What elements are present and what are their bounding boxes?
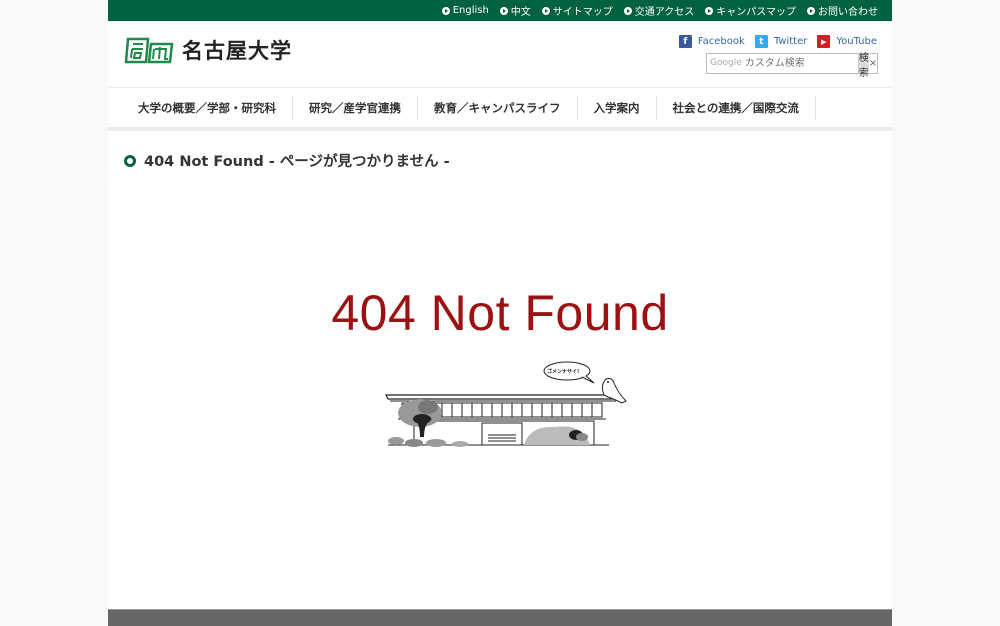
page: English 中文 サイトマップ 交通アクセス キャンパスマップ お問い合わせ… [108,0,892,626]
utility-link-sitemap[interactable]: サイトマップ [541,3,613,18]
error-title: 404 Not Found [331,285,669,341]
arrow-circle-icon [623,6,632,15]
youtube-link[interactable]: ▶ YouTube [817,35,877,48]
utility-link-campus-map[interactable]: キャンパスマップ [705,3,796,18]
arrow-circle-icon [807,6,815,15]
facebook-link[interactable]: f Facebook [678,35,745,48]
circle-bullet-icon [124,154,136,167]
utility-bar: English 中文 サイトマップ 交通アクセス キャンパスマップ お問い合わせ [108,0,892,21]
page-heading: 404 Not Found - ページが見つかりません - [124,150,450,171]
logo-text: 名古屋大学 [182,38,292,63]
utility-link-access[interactable]: 交通アクセス [623,3,694,18]
nav-item-education[interactable]: 教育／キャンパスライフ [418,95,578,120]
page-title: 404 Not Found - ページが見つかりません - [144,154,450,170]
university-building-icon [385,361,627,447]
nav-item-admissions[interactable]: 入学案内 [578,95,657,120]
arrow-circle-icon [705,6,714,15]
search-box: Google 検索 × [706,53,878,79]
arrow-circle-icon [541,6,550,15]
utility-link-chinese[interactable]: 中文 [499,3,531,18]
utility-link-english[interactable]: English [441,5,489,16]
nav-item-community[interactable]: 社会との連携／国際交流 [657,95,816,120]
search-button[interactable]: 検索 [857,53,869,79]
twitter-link[interactable]: t Twitter [754,35,807,48]
university-logo[interactable]: 名古屋大学 [124,35,292,65]
global-nav: 大学の概要／学部・研究科 研究／産学官連携 教育／キャンパスライフ 入学案内 社… [108,87,892,131]
arrow-circle-icon [499,6,508,15]
site-footer [108,609,892,626]
building-illustration: ゴメンナサイ! [384,357,629,452]
youtube-icon: ▶ [817,35,831,48]
clear-search-button[interactable]: × [869,54,877,73]
utility-link-contact[interactable]: お問い合わせ [807,3,878,18]
search-input[interactable] [741,54,858,73]
nav-item-about[interactable]: 大学の概要／学部・研究科 [122,95,293,120]
site-header: 名古屋大学 f Facebook t Twitter ▶ YouTube Goo… [108,21,892,87]
nagoya-univ-emblem-icon [124,37,174,64]
google-label: Google [710,58,742,68]
nav-item-research[interactable]: 研究／産学官連携 [293,95,418,120]
social-links: f Facebook t Twitter ▶ YouTube [669,35,877,48]
speech-bubble-text: ゴメンナサイ! [547,369,580,375]
arrow-circle-icon [441,6,450,15]
twitter-icon: t [754,35,768,48]
facebook-icon: f [678,35,692,48]
